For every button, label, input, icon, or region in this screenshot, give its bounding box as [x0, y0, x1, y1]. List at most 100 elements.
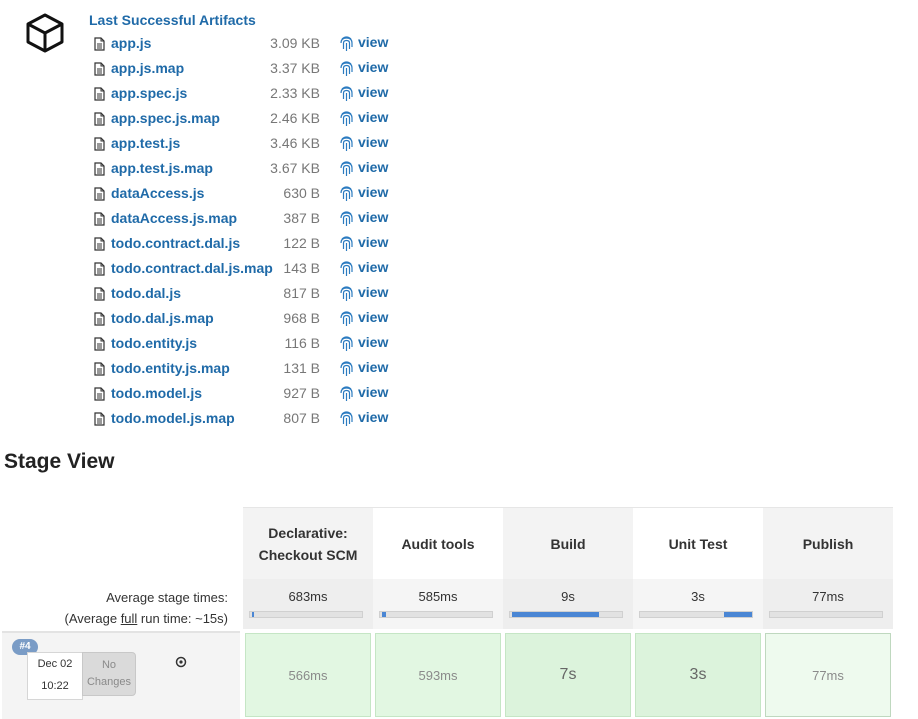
artifact-row: todo.entity.js.map 131 B view — [0, 356, 420, 381]
artifact-file-size: 3.37 KB — [270, 60, 320, 76]
view-fingerprint-link[interactable]: view — [358, 359, 388, 375]
average-stage-times-label: Average stage times: — [106, 590, 228, 605]
view-fingerprint-link[interactable]: view — [358, 384, 388, 400]
view-fingerprint-link[interactable]: view — [358, 334, 388, 350]
artifact-file-link[interactable]: app.spec.js.map — [111, 110, 220, 126]
stage-run-time: 566ms — [288, 667, 328, 683]
fingerprint-icon[interactable] — [339, 185, 354, 202]
stage-time-bar-fill — [382, 612, 387, 617]
stage-run-cell[interactable]: 3s — [635, 633, 761, 717]
stage-time-bar — [769, 611, 883, 618]
stage-run-cell[interactable]: 7s — [505, 633, 631, 717]
file-icon — [94, 162, 105, 176]
artifact-file-link[interactable]: todo.entity.js.map — [111, 360, 230, 376]
view-fingerprint-link[interactable]: view — [358, 184, 388, 200]
fingerprint-icon[interactable] — [339, 235, 354, 252]
file-icon — [94, 287, 105, 301]
stage-view-table: Average stage times: (Average full run t… — [0, 507, 918, 719]
view-fingerprint-link[interactable]: view — [358, 159, 388, 175]
artifact-file-link[interactable]: todo.dal.js.map — [111, 310, 214, 326]
no-changes-indicator: No Changes — [82, 652, 136, 696]
fingerprint-icon[interactable] — [339, 135, 354, 152]
artifact-row: todo.model.js.map 807 B view — [0, 406, 420, 431]
stage-view-heading: Stage View — [4, 450, 115, 473]
stage-average-time: 9s — [561, 589, 575, 604]
file-icon — [94, 137, 105, 151]
view-fingerprint-link[interactable]: view — [358, 34, 388, 50]
fingerprint-icon[interactable] — [339, 60, 354, 77]
artifact-row: app.js.map 3.37 KB view — [0, 56, 420, 81]
artifact-file-size: 387 B — [283, 210, 320, 226]
fingerprint-icon[interactable] — [339, 410, 354, 427]
stage-average-cell: 3s — [633, 579, 763, 629]
stage-header: Unit Test — [633, 507, 763, 580]
artifact-row: app.test.js 3.46 KB view — [0, 131, 420, 156]
view-fingerprint-link[interactable]: view — [358, 309, 388, 325]
artifact-row: todo.contract.dal.js 122 B view — [0, 231, 420, 256]
stage-average-cell: 9s — [503, 579, 633, 629]
artifact-row: todo.model.js 927 B view — [0, 381, 420, 406]
view-fingerprint-link[interactable]: view — [358, 234, 388, 250]
view-fingerprint-link[interactable]: view — [358, 209, 388, 225]
fingerprint-icon[interactable] — [339, 160, 354, 177]
fingerprint-icon[interactable] — [339, 310, 354, 327]
fingerprint-icon[interactable] — [339, 35, 354, 52]
file-icon — [94, 387, 105, 401]
view-fingerprint-link[interactable]: view — [358, 284, 388, 300]
artifact-file-link[interactable]: app.test.js — [111, 135, 180, 151]
fingerprint-icon[interactable] — [339, 210, 354, 227]
artifact-file-link[interactable]: dataAccess.js — [111, 185, 204, 201]
artifact-row: app.spec.js 2.33 KB view — [0, 81, 420, 106]
full-run-link[interactable]: full — [121, 611, 138, 626]
view-fingerprint-link[interactable]: view — [358, 409, 388, 425]
file-icon — [94, 262, 105, 276]
view-fingerprint-link[interactable]: view — [358, 134, 388, 150]
artifact-row: todo.contract.dal.js.map 143 Bview — [0, 256, 420, 281]
fingerprint-icon[interactable] — [339, 385, 354, 402]
stage-run-cell[interactable]: 593ms — [375, 633, 501, 717]
artifact-file-size: 116 B — [284, 335, 320, 351]
fingerprint-icon[interactable] — [339, 285, 354, 302]
fingerprint-icon[interactable] — [339, 85, 354, 102]
average-full-run-time-label: (Average full run time: ~15s) — [64, 611, 228, 626]
artifact-file-link[interactable]: todo.entity.js — [111, 335, 197, 351]
view-fingerprint-link[interactable]: view — [358, 59, 388, 75]
artifact-file-link[interactable]: app.test.js.map — [111, 160, 213, 176]
artifact-file-link[interactable]: todo.model.js.map — [111, 410, 235, 426]
artifact-file-link[interactable]: todo.dal.js — [111, 285, 181, 301]
artifacts-title-link[interactable]: Last Successful Artifacts — [89, 12, 256, 28]
artifact-file-size: 927 B — [283, 385, 320, 401]
fingerprint-icon[interactable] — [339, 335, 354, 352]
stage-average-time: 77ms — [812, 589, 844, 604]
file-icon — [94, 112, 105, 126]
stage-average-cell: 77ms — [763, 579, 893, 629]
fingerprint-icon[interactable] — [339, 110, 354, 127]
view-fingerprint-link[interactable]: view — [358, 259, 388, 275]
artifact-file-link[interactable]: dataAccess.js.map — [111, 210, 237, 226]
artifact-file-link[interactable]: app.js — [111, 35, 151, 51]
view-fingerprint-link[interactable]: view — [358, 84, 388, 100]
view-fingerprint-link[interactable]: view — [358, 109, 388, 125]
artifact-file-link[interactable]: todo.contract.dal.js — [111, 235, 240, 251]
fingerprint-icon[interactable] — [339, 260, 354, 277]
artifact-row: app.spec.js.map 2.46 KB view — [0, 106, 420, 131]
artifact-file-link[interactable]: app.js.map — [111, 60, 184, 76]
artifact-file-link[interactable]: app.spec.js — [111, 85, 187, 101]
stage-header: Build — [503, 507, 633, 580]
stage-average-cell: 585ms — [373, 579, 503, 629]
artifact-row: app.js 3.09 KB view — [0, 31, 420, 56]
expand-circle-icon[interactable] — [175, 656, 187, 668]
artifact-file-size: 630 B — [283, 185, 320, 201]
build-date: Dec 02 10:22 — [27, 652, 83, 700]
stage-time-bar-fill — [252, 612, 255, 617]
stage-run-cell[interactable]: 77ms — [765, 633, 891, 717]
jenkins-job-page: Last Successful Artifacts app.js 3.09 KB v… — [0, 0, 918, 719]
stage-run-time: 593ms — [418, 667, 458, 683]
stage-time-bar — [379, 611, 493, 618]
artifact-file-link[interactable]: todo.model.js — [111, 385, 202, 401]
file-icon — [94, 62, 105, 76]
artifact-file-size: 131 B — [283, 360, 320, 376]
stage-run-time: 7s — [559, 666, 577, 683]
stage-run-cell[interactable]: 566ms — [245, 633, 371, 717]
fingerprint-icon[interactable] — [339, 360, 354, 377]
